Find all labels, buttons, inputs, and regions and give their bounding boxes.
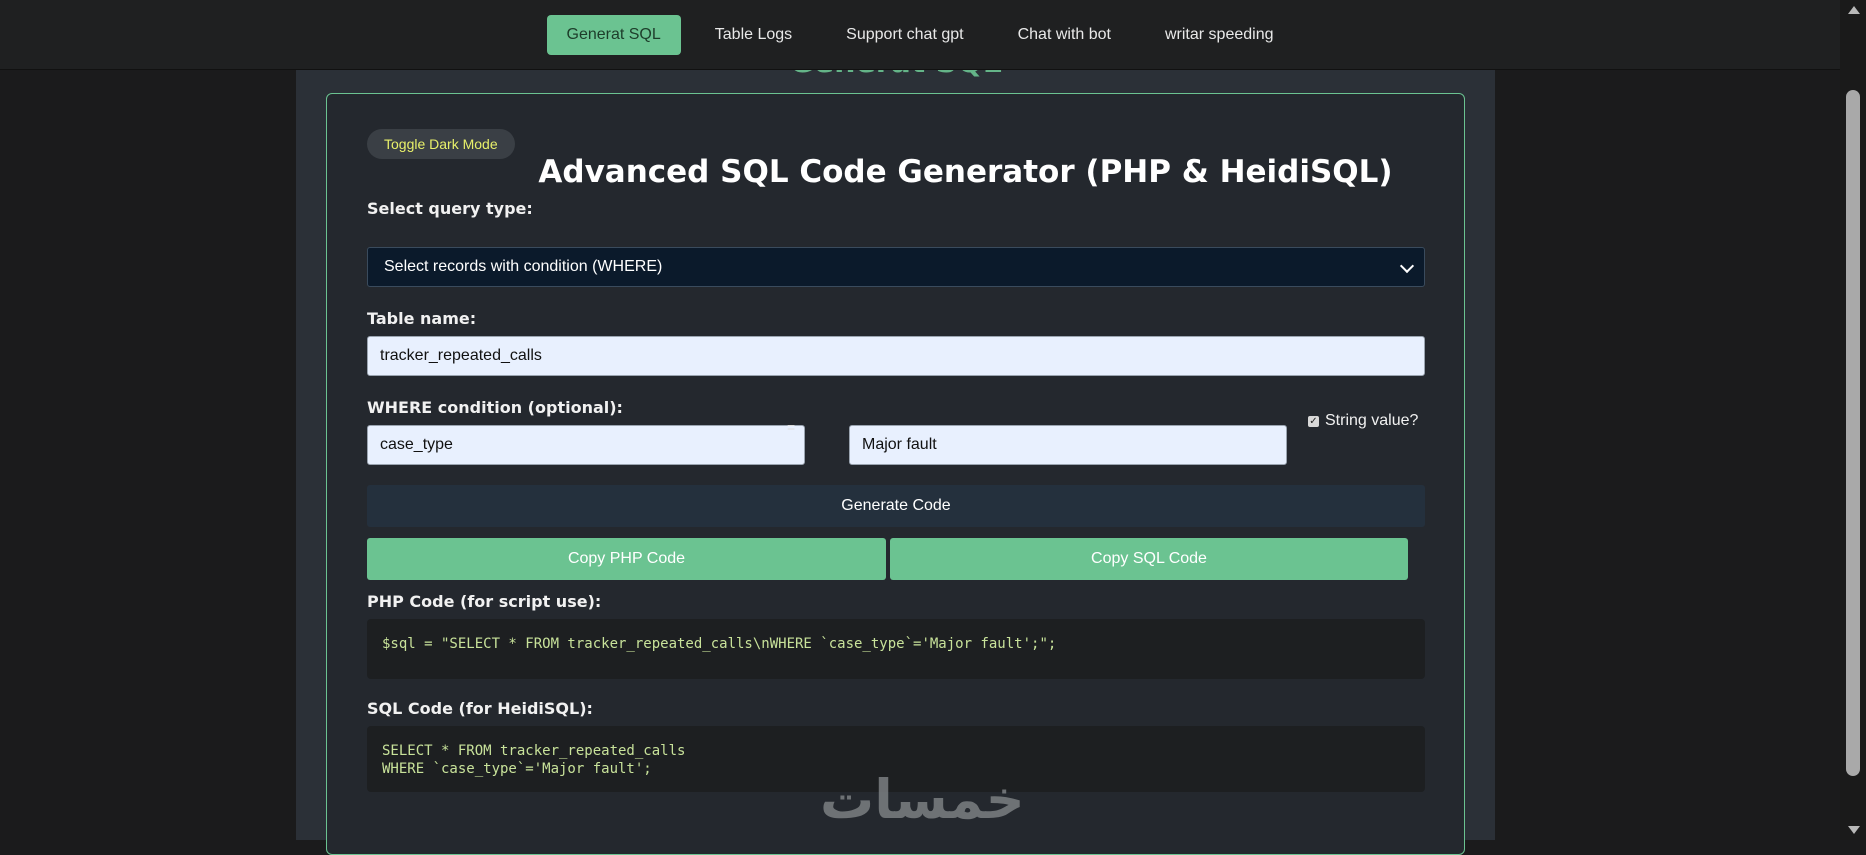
chevron-down-icon — [1399, 258, 1415, 274]
table-name-value: tracker_repeated_calls — [380, 347, 542, 364]
where-value-input[interactable]: Major fault — [849, 425, 1287, 465]
where-condition-label: WHERE condition (optional): — [367, 398, 623, 417]
khamsat-watermark: خمسات — [820, 768, 1025, 831]
sql-code-label: SQL Code (for HeidiSQL): — [367, 699, 593, 718]
string-value-checkbox[interactable]: ✓ String value? — [1308, 412, 1418, 430]
page-title: Advanced SQL Code Generator (PHP & Heidi… — [538, 154, 1393, 190]
generator-card: Toggle Dark Mode Advanced SQL Code Gener… — [326, 93, 1465, 855]
generate-code-button[interactable]: Generate Code — [367, 485, 1425, 527]
copy-php-code-button[interactable]: Copy PHP Code — [367, 538, 886, 580]
nav-item-table-logs[interactable]: Table Logs — [695, 15, 812, 55]
query-type-selected-value: Select records with condition (WHERE) — [384, 258, 663, 275]
nav-item-writar-speeding[interactable]: writar speeding — [1145, 15, 1294, 55]
scrollbar-thumb[interactable] — [1846, 90, 1860, 776]
copy-sql-code-button[interactable]: Copy SQL Code — [890, 538, 1408, 580]
nav-item-generat-sql[interactable]: Generat SQL — [546, 14, 681, 55]
page-container: Generat SQL Toggle Dark Mode Advanced SQ… — [296, 45, 1495, 855]
scrollbar[interactable] — [1840, 0, 1866, 840]
table-name-label: Table name: — [367, 309, 477, 328]
query-type-label: Select query type: — [367, 199, 533, 218]
string-value-label: String value? — [1325, 412, 1419, 429]
where-value-value: Major fault — [862, 436, 937, 453]
nav-item-support-chat-gpt[interactable]: Support chat gpt — [826, 15, 983, 55]
equals-sign: = — [787, 419, 796, 435]
php-code-label: PHP Code (for script use): — [367, 592, 602, 611]
table-name-input[interactable]: tracker_repeated_calls — [367, 336, 1425, 376]
query-type-select[interactable]: Select records with condition (WHERE) — [367, 247, 1425, 287]
checkbox-checked-icon[interactable]: ✓ — [1308, 415, 1319, 427]
top-navigation: Generat SQL Table Logs Support chat gpt … — [0, 0, 1840, 70]
nav-item-chat-with-bot[interactable]: Chat with bot — [998, 15, 1131, 55]
scroll-down-arrow-icon[interactable] — [1848, 826, 1860, 834]
where-column-input[interactable]: case_type — [367, 425, 805, 465]
php-code-output: $sql = "SELECT * FROM tracker_repeated_c… — [367, 619, 1425, 679]
where-column-value: case_type — [380, 436, 453, 453]
scroll-up-arrow-icon[interactable] — [1848, 6, 1860, 14]
